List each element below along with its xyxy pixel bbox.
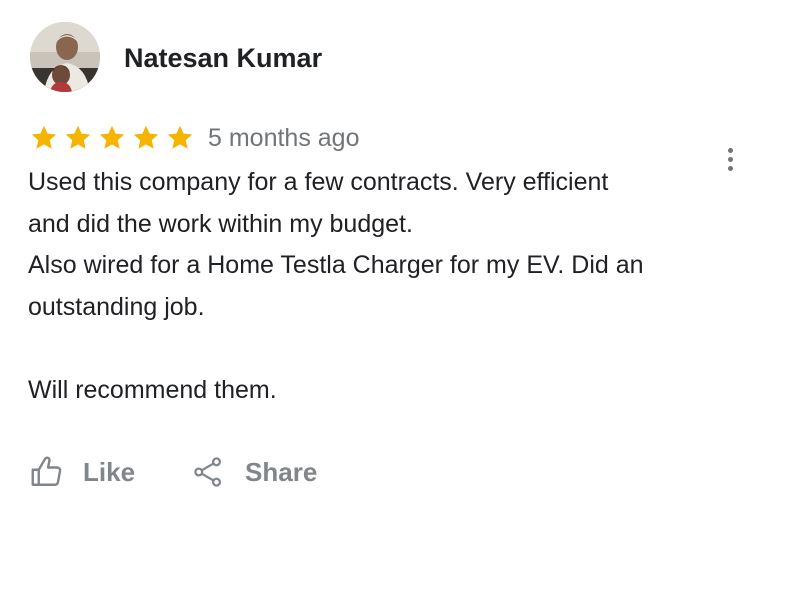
avatar-photo <box>30 22 100 92</box>
review-actions: Like Share <box>29 450 317 494</box>
thumb-up-outline-icon <box>31 456 62 486</box>
review-date: 5 months ago <box>208 124 360 152</box>
star-rating <box>29 123 199 153</box>
more-vert-icon-dot <box>727 156 733 162</box>
rating-row: 5 months ago <box>29 120 360 156</box>
more-vert-icon <box>727 147 733 153</box>
star-icon <box>167 125 193 149</box>
star-icon <box>31 125 57 149</box>
star-icon <box>65 125 91 149</box>
share-label: Share <box>245 457 318 487</box>
star-icon <box>99 125 125 149</box>
reviewer-name[interactable]: Natesan Kumar <box>124 41 322 75</box>
star-icon <box>133 125 159 149</box>
review-text-line: Also wired for a Home Testla Charger for… <box>28 251 644 279</box>
share-button[interactable]: Share <box>191 450 317 494</box>
review-text-line: and did the work within my budget. <box>28 209 413 238</box>
review-text-line: outstanding job. <box>28 292 205 321</box>
share-icon <box>194 457 222 487</box>
review-text-blank-line <box>28 328 748 370</box>
avatar[interactable] <box>30 22 100 92</box>
review-card: Natesan Kumar 5 months ago Used this com… <box>0 0 792 614</box>
review-text-line: Used this company for a few contracts. V… <box>28 168 609 196</box>
like-label: Like <box>83 457 136 487</box>
like-button[interactable]: Like <box>29 450 135 494</box>
review-text: Used this company for a few contracts. V… <box>28 162 748 411</box>
review-text-line: Will recommend them. <box>28 375 277 404</box>
